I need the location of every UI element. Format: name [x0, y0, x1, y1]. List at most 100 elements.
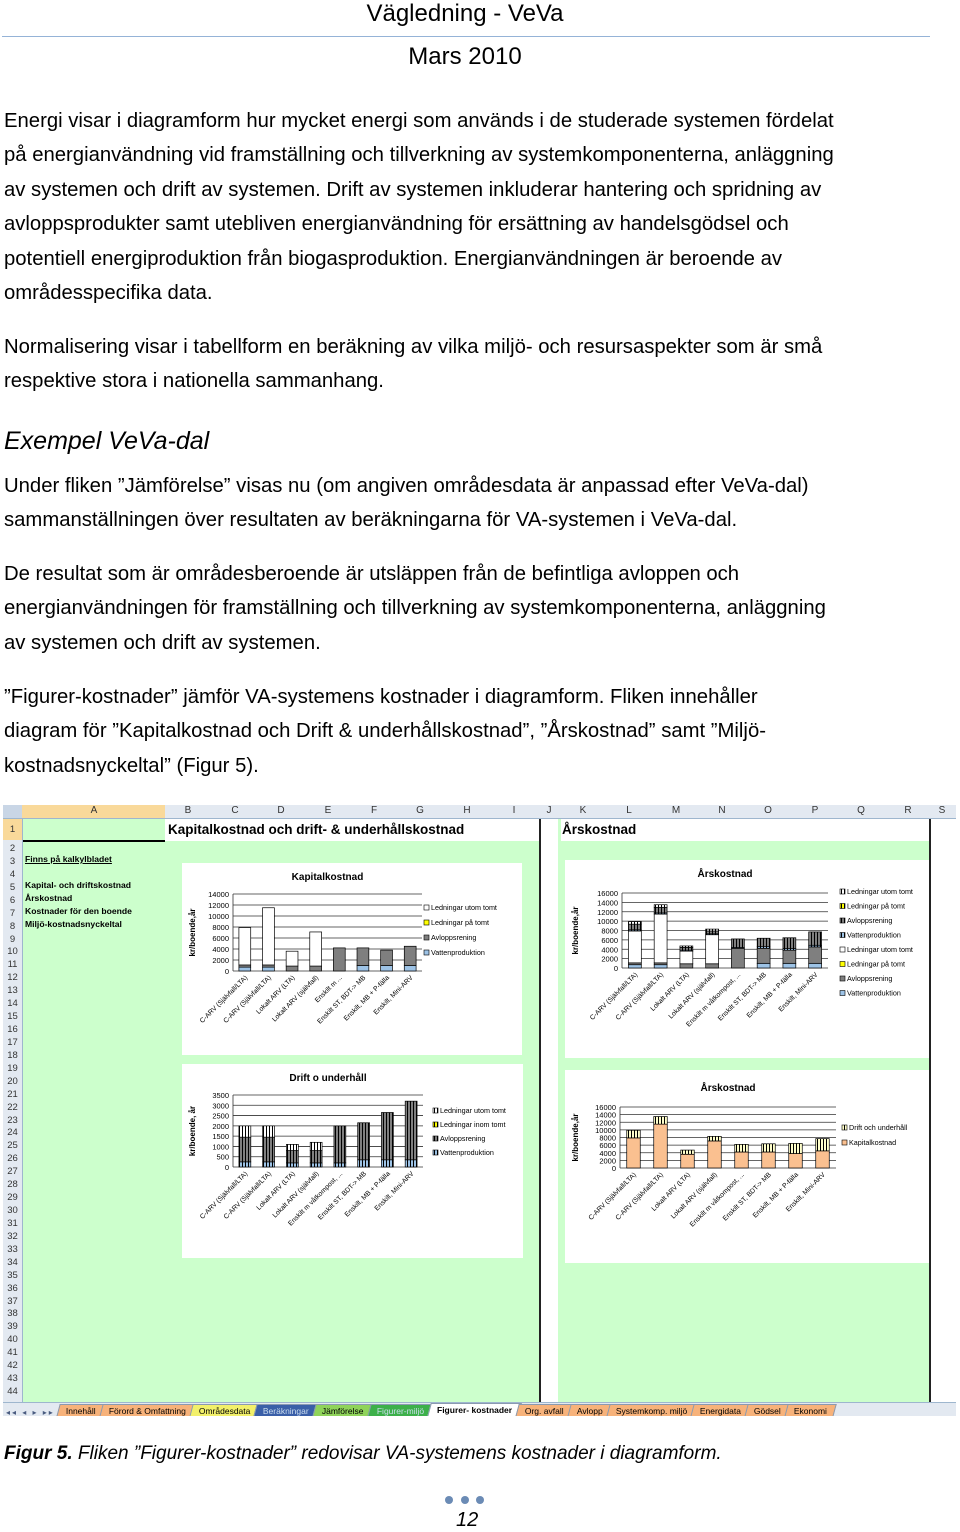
row-header[interactable]: 34	[3, 1257, 22, 1268]
row-header[interactable]: 39	[3, 1321, 22, 1332]
sheet-tab[interactable]: Förord & Omfattning	[99, 1404, 196, 1416]
row-header[interactable]: 9	[3, 934, 22, 945]
chart-drift-o-underhall[interactable]: Drift o underhåll kr/boende, år 0500 100015…	[182, 1064, 523, 1258]
row-header[interactable]: 17	[3, 1037, 22, 1048]
sheet-tab[interactable]: Avlopp	[567, 1404, 613, 1416]
sheet-tab[interactable]: Org. avfall	[515, 1404, 574, 1416]
row-header[interactable]: 7	[3, 908, 22, 919]
row-header[interactable]: 44	[3, 1386, 22, 1397]
legend-label: Ledningar på tomt	[847, 902, 905, 911]
chart-kapitalkostnad[interactable]: Kapitalkostnad kr/boende,år 0 2000 4000 6000 8…	[182, 863, 522, 1055]
bar-segment	[761, 1151, 776, 1169]
row-header[interactable]: 24	[3, 1127, 22, 1138]
sheet-tab[interactable]: Beräkningar	[253, 1404, 319, 1416]
sheet-tab[interactable]: Ekonomi	[784, 1404, 837, 1416]
row-header[interactable]: 12	[3, 972, 22, 983]
row-header[interactable]: 40	[3, 1334, 22, 1345]
column-header[interactable]: K	[580, 805, 587, 816]
column-header[interactable]: D	[277, 805, 284, 816]
row-header[interactable]: 16	[3, 1024, 22, 1035]
row-header[interactable]: 2	[3, 843, 22, 854]
column-header[interactable]: I	[513, 805, 516, 816]
row-header[interactable]: 3	[3, 856, 22, 867]
sidebar-link-boende[interactable]: Kostnader för den boende	[25, 906, 132, 916]
legend-label: Drift och underhåll	[849, 1123, 908, 1132]
row-header[interactable]: 43	[3, 1373, 22, 1384]
bar-segment	[626, 1129, 641, 1139]
column-header[interactable]: F	[371, 805, 377, 816]
row-header[interactable]: 32	[3, 1231, 22, 1242]
sheet-tab-label: Gödsel	[753, 1406, 781, 1416]
column-header[interactable]: M	[672, 805, 680, 816]
column-header[interactable]: P	[812, 805, 819, 816]
row-header[interactable]: 37	[3, 1296, 22, 1307]
sidebar-link-miljo[interactable]: Miljö-kostnadsnyckeltal	[25, 919, 122, 929]
column-header[interactable]: G	[416, 805, 424, 816]
y-tick-label: 16000	[595, 1103, 616, 1112]
column-header[interactable]: N	[718, 805, 725, 816]
sidebar-link-arskostnad[interactable]: Årskostnad	[25, 893, 72, 903]
column-header[interactable]: L	[626, 805, 632, 816]
row-header[interactable]: 22	[3, 1102, 22, 1113]
sheet-tab[interactable]: Innehåll	[56, 1404, 106, 1416]
sheet-tab[interactable]: Figurer- kostnader	[427, 1403, 522, 1416]
row-header[interactable]: 29	[3, 1192, 22, 1203]
bar-segment	[286, 1150, 299, 1164]
sidebar-heading[interactable]: Finns på kalkylbladet	[25, 854, 112, 864]
column-header[interactable]: S	[939, 805, 946, 816]
row-header[interactable]: 42	[3, 1360, 22, 1371]
row-header[interactable]: 41	[3, 1347, 22, 1358]
column-header[interactable]: J	[547, 805, 552, 816]
column-header[interactable]: B	[185, 805, 192, 816]
row-header[interactable]: 38	[3, 1308, 22, 1319]
row-header[interactable]: 13	[3, 985, 22, 996]
select-all-corner[interactable]	[3, 805, 22, 818]
chart-arskostnad-summary[interactable]: Årskostnadkr/boende,år020004000600080001…	[565, 1070, 929, 1263]
row-header[interactable]: 21	[3, 1089, 22, 1100]
column-header[interactable]: H	[463, 805, 470, 816]
column-header[interactable]: O	[764, 805, 772, 816]
row-header[interactable]: 36	[3, 1283, 22, 1294]
row-header[interactable]: 5	[3, 882, 22, 893]
row-header[interactable]: 35	[3, 1270, 22, 1281]
row-header[interactable]: 10	[3, 946, 22, 957]
row-header[interactable]: 6	[3, 895, 22, 906]
column-header[interactable]: E	[325, 805, 332, 816]
sheet-tab[interactable]: Områdesdata	[189, 1404, 261, 1416]
row-header[interactable]: 33	[3, 1244, 22, 1255]
sheet-tab[interactable]: Energidata	[690, 1404, 751, 1416]
bar-segment	[731, 938, 745, 948]
row-header[interactable]: 25	[3, 1140, 22, 1151]
column-header[interactable]: A	[91, 805, 98, 816]
row-header[interactable]: 30	[3, 1205, 22, 1216]
bar-segment	[808, 962, 822, 969]
row-header[interactable]: 1	[3, 819, 22, 840]
row-header[interactable]: 4	[3, 869, 22, 880]
row-header[interactable]: 19	[3, 1063, 22, 1074]
sheet-tab[interactable]: Figurer-miljö	[366, 1404, 434, 1416]
x-tick-label: C-ARV (Självfall/LTA)	[615, 971, 665, 1021]
sidebar-link-kapital[interactable]: Kapital- och driftskostnad	[25, 880, 131, 890]
sheet-tab[interactable]: Jämförelse	[312, 1404, 374, 1416]
row-header[interactable]: 8	[3, 921, 22, 932]
column-header[interactable]: Q	[857, 805, 865, 816]
row-header[interactable]: 26	[3, 1153, 22, 1164]
sheet-tab[interactable]: Systemkomp. miljö	[605, 1404, 697, 1416]
y-tick-label: 14000	[208, 890, 229, 899]
row-header[interactable]: 20	[3, 1076, 22, 1087]
chart-arskostnad-detail[interactable]: Årskostnadkr/boende,år020004000600080001…	[565, 860, 929, 1058]
row-header[interactable]: 18	[3, 1050, 22, 1061]
row-header[interactable]: 14	[3, 998, 22, 1009]
row-header[interactable]: 28	[3, 1179, 22, 1190]
row-header[interactable]: 15	[3, 1011, 22, 1022]
row-header[interactable]: 31	[3, 1218, 22, 1229]
row-header[interactable]: 23	[3, 1115, 22, 1126]
column-header[interactable]: R	[904, 805, 911, 816]
paragraph-line: av systemen och drift av systemen.	[4, 631, 321, 654]
row-header[interactable]: 11	[3, 959, 22, 970]
tab-scroll-buttons[interactable]: ◂◂ ◂ ▸ ▸▸	[3, 1408, 58, 1416]
column-header[interactable]: C	[231, 805, 238, 816]
row-header[interactable]: 27	[3, 1166, 22, 1177]
selected-cell-a1[interactable]	[23, 819, 165, 842]
bar-segment	[705, 934, 719, 965]
